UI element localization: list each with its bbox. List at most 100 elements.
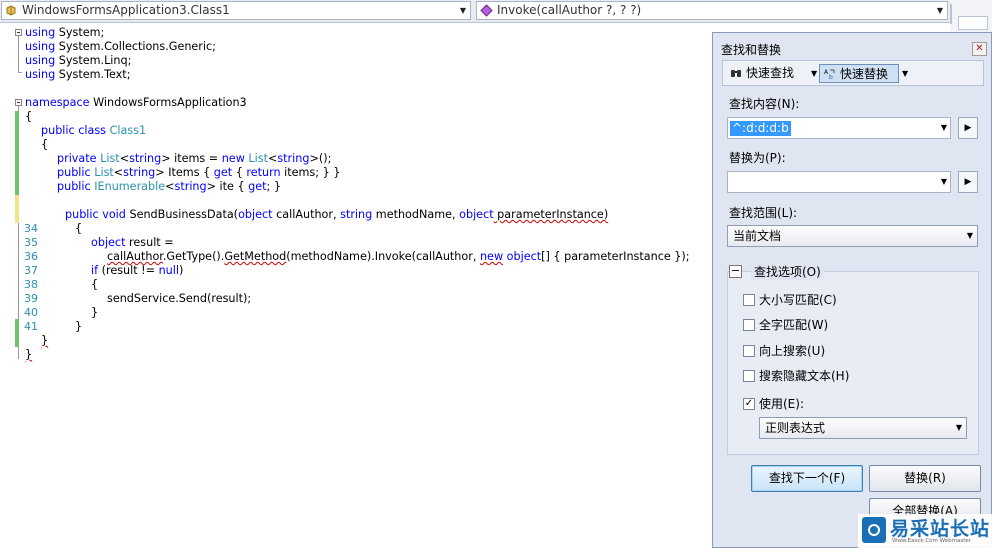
code-text: ) bbox=[179, 264, 184, 277]
code-text: parameterInstance) bbox=[493, 208, 609, 221]
keyword: return bbox=[246, 166, 281, 179]
chevron-down-icon[interactable]: ▼ bbox=[811, 64, 817, 83]
type-name: List bbox=[248, 152, 268, 165]
method-icon bbox=[480, 4, 493, 17]
svg-text:b: b bbox=[829, 74, 833, 80]
code-line: { bbox=[41, 138, 48, 152]
code-text: < bbox=[113, 166, 124, 179]
code-text: > ite { bbox=[206, 180, 249, 193]
keyword: new bbox=[221, 152, 245, 165]
use-type-dropdown[interactable]: 正则表达式 ▼ bbox=[759, 417, 967, 439]
keyword: object bbox=[91, 236, 126, 249]
code-text: > Items { bbox=[155, 166, 214, 179]
chevron-down-icon[interactable]: ▼ bbox=[941, 172, 947, 192]
keyword: public class bbox=[41, 124, 106, 137]
line-number: 34 bbox=[24, 222, 38, 235]
replace-icon: A b bbox=[824, 69, 835, 80]
code-text: { bbox=[232, 166, 247, 179]
code-line: using System.Collections.Generic; bbox=[25, 40, 216, 54]
find-what-combobox[interactable]: ^:d:d:d:b ▼ bbox=[727, 117, 951, 139]
quick-find-button[interactable]: 快速查找 bbox=[726, 64, 806, 83]
line-number: 37 bbox=[24, 264, 38, 277]
unsaved-lines-marker bbox=[15, 195, 19, 223]
code-text: { bbox=[75, 222, 83, 235]
code-text: { bbox=[91, 278, 99, 291]
changed-lines-marker bbox=[15, 319, 19, 347]
keyword: using bbox=[25, 40, 56, 53]
collapse-icon[interactable]: − bbox=[729, 265, 742, 278]
splitter[interactable] bbox=[950, 4, 952, 24]
keyword: using bbox=[25, 68, 56, 81]
member-dropdown[interactable]: Invoke(callAuthor ?, ? ?) ▼ bbox=[476, 1, 948, 20]
watermark-subtitle: Www.Easck.Com Webmaster bbox=[892, 538, 972, 544]
code-line: { bbox=[91, 278, 98, 292]
code-text: ; } bbox=[266, 180, 281, 193]
code-text: > items = bbox=[161, 152, 222, 165]
keyword: namespace bbox=[25, 96, 90, 109]
code-text: { bbox=[41, 138, 49, 151]
code-text: } bbox=[41, 334, 49, 347]
keyword: private bbox=[57, 152, 97, 165]
expression-builder-button[interactable]: ▶ bbox=[958, 117, 978, 139]
code-line: { bbox=[25, 110, 32, 124]
line-number: 40 bbox=[24, 306, 38, 319]
keyword: using bbox=[25, 26, 56, 39]
keyword: if bbox=[91, 264, 99, 277]
chevron-down-icon[interactable]: ▼ bbox=[941, 118, 947, 138]
quick-replace-button[interactable]: A b 快速替换 bbox=[819, 64, 899, 83]
code-text: System; bbox=[55, 26, 105, 39]
expression-builder-button[interactable]: ▶ bbox=[958, 171, 978, 193]
code-text: System.Collections.Generic; bbox=[55, 40, 216, 53]
site-logo-icon bbox=[862, 517, 886, 543]
line-number: 39 bbox=[24, 292, 38, 305]
class-dropdown[interactable]: WindowsFormsApplication3.Class1 ▼ bbox=[1, 1, 471, 20]
code-line: public void SendBusinessData(object call… bbox=[65, 208, 608, 222]
replace-with-value bbox=[730, 175, 734, 190]
replace-button[interactable]: 替换(R) bbox=[869, 465, 981, 492]
code-text: } bbox=[91, 306, 99, 319]
use-type-value: 正则表达式 bbox=[765, 421, 826, 435]
keyword: new bbox=[479, 250, 504, 263]
chevron-down-icon: ▼ bbox=[936, 6, 944, 15]
code-text: >(); bbox=[309, 152, 332, 165]
find-next-button[interactable]: 查找下一个(F) bbox=[751, 465, 863, 492]
code-text: System.Linq; bbox=[55, 54, 132, 67]
code-text: WindowsFormsApplication3 bbox=[89, 96, 247, 109]
keyword: public void bbox=[65, 208, 126, 221]
code-text: methodName, bbox=[372, 208, 460, 221]
look-in-dropdown[interactable]: 当前文档 ▼ bbox=[727, 225, 978, 247]
close-icon[interactable]: ✕ bbox=[972, 42, 987, 56]
code-line: private List<string> items = new List<st… bbox=[57, 152, 331, 166]
watermark-title: 易采站长站 bbox=[890, 518, 991, 540]
look-in-label: 查找范围(L): bbox=[729, 206, 798, 220]
match-whole-word-checkbox[interactable] bbox=[743, 319, 755, 331]
outline-line bbox=[18, 36, 19, 73]
use-checkbox[interactable]: ✓ bbox=[743, 398, 755, 410]
collapse-icon[interactable] bbox=[15, 99, 22, 106]
class-icon bbox=[6, 5, 16, 16]
chevron-down-icon[interactable]: ▼ bbox=[902, 64, 908, 83]
code-line: using System.Linq; bbox=[25, 54, 131, 68]
code-navigation-bar: WindowsFormsApplication3.Class1 ▼ Invoke… bbox=[0, 0, 992, 23]
code-line: } bbox=[91, 306, 98, 320]
find-what-label: 查找内容(N): bbox=[729, 97, 800, 111]
code-line: using System.Text; bbox=[25, 68, 130, 82]
search-up-checkbox[interactable] bbox=[743, 345, 755, 357]
member-dropdown-value: Invoke(callAuthor ?, ? ?) bbox=[497, 3, 642, 17]
code-line: sendService.Send(result); bbox=[107, 292, 251, 306]
replace-with-combobox[interactable]: ▼ bbox=[727, 171, 951, 193]
code-editor[interactable]: using System; using System.Collections.G… bbox=[0, 23, 712, 548]
search-hidden-text-checkbox[interactable] bbox=[743, 370, 755, 382]
quick-find-label: 快速查找 bbox=[746, 66, 795, 80]
panel-tab[interactable] bbox=[958, 16, 988, 30]
collapse-icon[interactable] bbox=[15, 29, 22, 36]
code-text: (methodName) bbox=[286, 250, 372, 263]
match-case-checkbox[interactable] bbox=[743, 294, 755, 306]
code-line: object result = bbox=[91, 236, 174, 250]
use-label: 使用(E): bbox=[759, 397, 804, 411]
replace-with-label: 替换为(P): bbox=[729, 151, 786, 165]
find-options-label: 查找选项(O) bbox=[751, 263, 824, 280]
code-line: using System; bbox=[25, 26, 104, 40]
code-text: System.Text; bbox=[55, 68, 131, 81]
code-line: namespace WindowsFormsApplication3 bbox=[25, 96, 247, 110]
